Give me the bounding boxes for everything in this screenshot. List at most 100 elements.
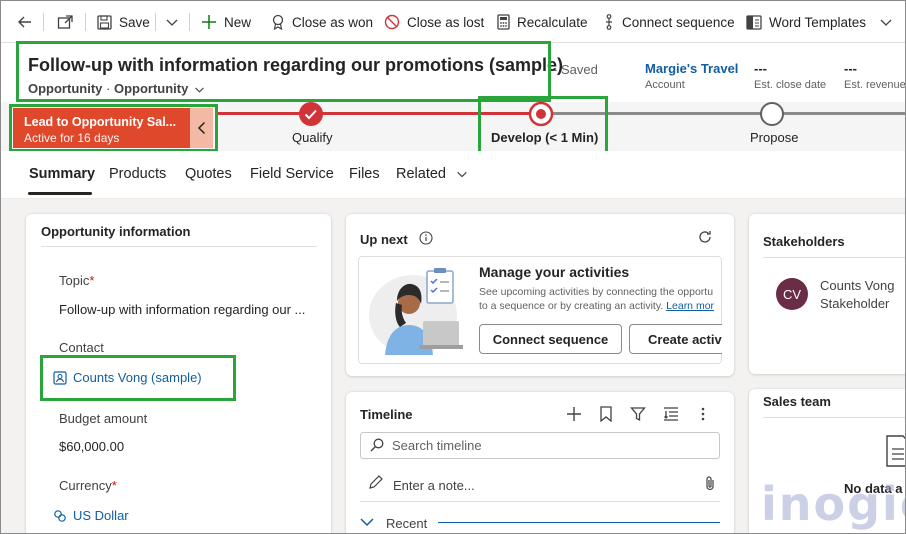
back-button[interactable] <box>17 1 33 43</box>
budget-field[interactable]: $60,000.00 <box>59 439 124 454</box>
separator <box>43 13 44 31</box>
search-icon <box>370 438 384 452</box>
stage-qualify-complete-icon[interactable] <box>298 101 324 127</box>
up-next-title: Up next <box>360 232 408 247</box>
currency-lookup[interactable]: US Dollar <box>53 508 129 523</box>
tab-files[interactable]: Files <box>349 166 380 182</box>
section-title: Opportunity information <box>41 224 191 239</box>
tab-related[interactable]: Related <box>396 166 468 182</box>
command-bar: Save New Close as won Close as lost Reca… <box>1 1 905 43</box>
separator <box>155 13 156 31</box>
currency-icon <box>54 509 66 522</box>
watermark-logo: inogic <box>761 477 905 531</box>
contact-label: Contact <box>59 340 104 355</box>
person-with-laptop-illustration <box>369 268 463 355</box>
trophy-icon <box>272 14 284 30</box>
activities-heading: Manage your activities <box>479 264 630 280</box>
more-options-icon[interactable] <box>698 406 708 422</box>
timeline-search-placeholder: Search timeline <box>392 438 482 453</box>
back-arrow-icon <box>18 16 31 28</box>
close-date-value: --- <box>754 61 767 76</box>
word-templates-label: Word Templates <box>769 14 867 30</box>
app-window: Save New Close as won Close as lost Reca… <box>0 0 906 534</box>
info-icon[interactable] <box>419 231 433 245</box>
header-field-est-revenue: --- Est. revenue <box>844 61 906 91</box>
divider <box>763 417 905 418</box>
refresh-icon[interactable] <box>697 229 713 245</box>
activities-description-line1: See upcoming activities by connecting th… <box>479 286 714 298</box>
pencil-icon <box>369 475 383 489</box>
avatar[interactable]: CV <box>776 278 808 310</box>
chevron-down-icon <box>457 172 467 178</box>
recalculate-label: Recalculate <box>517 14 588 30</box>
chevron-down-icon <box>880 19 892 26</box>
save-options-dropdown[interactable] <box>165 1 179 43</box>
selected-tab-indicator <box>28 192 92 195</box>
tab-quotes[interactable]: Quotes <box>185 166 232 182</box>
new-button[interactable]: New <box>201 1 251 43</box>
currency-label-text: Currency <box>59 478 112 493</box>
prohibited-icon <box>384 14 400 30</box>
topic-label-text: Topic <box>59 273 90 288</box>
divider <box>360 501 720 502</box>
close-as-won-label: Close as won <box>292 14 374 30</box>
connect-sequence-action-button[interactable]: Connect sequence <box>479 324 622 354</box>
filter-icon[interactable] <box>630 406 646 422</box>
plus-icon <box>202 15 216 29</box>
account-label: Account <box>645 79 685 91</box>
add-icon[interactable] <box>566 406 582 422</box>
sort-icon[interactable] <box>663 406 679 422</box>
stage-qualify-label[interactable]: Qualify <box>292 130 332 145</box>
contact-highlight-box <box>40 355 236 401</box>
recalculate-button[interactable]: Recalculate <box>497 1 588 43</box>
stage-propose-label[interactable]: Propose <box>750 130 798 145</box>
save-status: - Saved <box>553 62 598 77</box>
divider <box>41 246 317 247</box>
tab-products[interactable]: Products <box>109 166 166 182</box>
stage-propose-pending-icon[interactable] <box>759 101 785 127</box>
open-in-new-window-button[interactable] <box>57 1 74 43</box>
word-templates-button[interactable]: Word Templates <box>746 1 893 43</box>
topic-field[interactable]: Follow-up with information regarding our… <box>59 302 305 317</box>
bookmark-icon[interactable] <box>599 406 613 422</box>
est-revenue-label: Est. revenue <box>844 79 906 91</box>
topic-label: Topic* <box>59 273 94 288</box>
sequence-icon <box>606 14 612 30</box>
recent-group-line <box>438 522 720 523</box>
currency-label: Currency* <box>59 478 117 493</box>
close-as-won-button[interactable]: Close as won <box>271 1 373 43</box>
separator <box>85 13 86 31</box>
create-activity-button[interactable]: Create activi <box>629 324 722 354</box>
connect-sequence-label: Connect sequence <box>622 14 735 30</box>
stakeholders-title: Stakeholders <box>763 234 845 249</box>
save-label: Save <box>119 14 150 30</box>
close-as-lost-button[interactable]: Close as lost <box>384 1 484 43</box>
calculator-icon <box>497 14 510 30</box>
new-label: New <box>224 14 252 30</box>
tab-summary[interactable]: Summary <box>29 166 95 182</box>
sales-team-title: Sales team <box>763 394 831 409</box>
chevron-down-icon <box>166 19 178 26</box>
note-input[interactable]: Enter a note... <box>393 478 475 493</box>
header-field-close-date: --- Est. close date <box>754 61 826 91</box>
attachment-icon[interactable] <box>704 475 716 491</box>
tab-field-service[interactable]: Field Service <box>250 166 334 182</box>
recent-group-label[interactable]: Recent <box>386 516 427 531</box>
connect-sequence-button[interactable]: Connect sequence <box>603 1 735 43</box>
est-revenue-value: --- <box>844 61 857 76</box>
tab-related-label: Related <box>396 166 446 182</box>
activities-description-text: to a sequence or by creating an activity… <box>479 300 664 312</box>
chevron-down-icon[interactable] <box>360 517 374 527</box>
budget-label: Budget amount <box>59 411 148 426</box>
currency-name: US Dollar <box>73 508 129 523</box>
close-as-lost-label: Close as lost <box>407 14 485 30</box>
required-marker: * <box>89 273 95 288</box>
stakeholder-role: Stakeholder <box>820 296 890 311</box>
account-link[interactable]: Margie's Travel <box>645 61 738 76</box>
title-highlight-box <box>16 41 551 102</box>
document-icon <box>886 435 905 467</box>
stakeholder-name[interactable]: Counts Vong <box>820 278 894 293</box>
learn-more-link[interactable]: Learn mor <box>666 300 714 312</box>
save-button[interactable]: Save <box>97 1 150 43</box>
close-date-label: Est. close date <box>754 79 827 91</box>
